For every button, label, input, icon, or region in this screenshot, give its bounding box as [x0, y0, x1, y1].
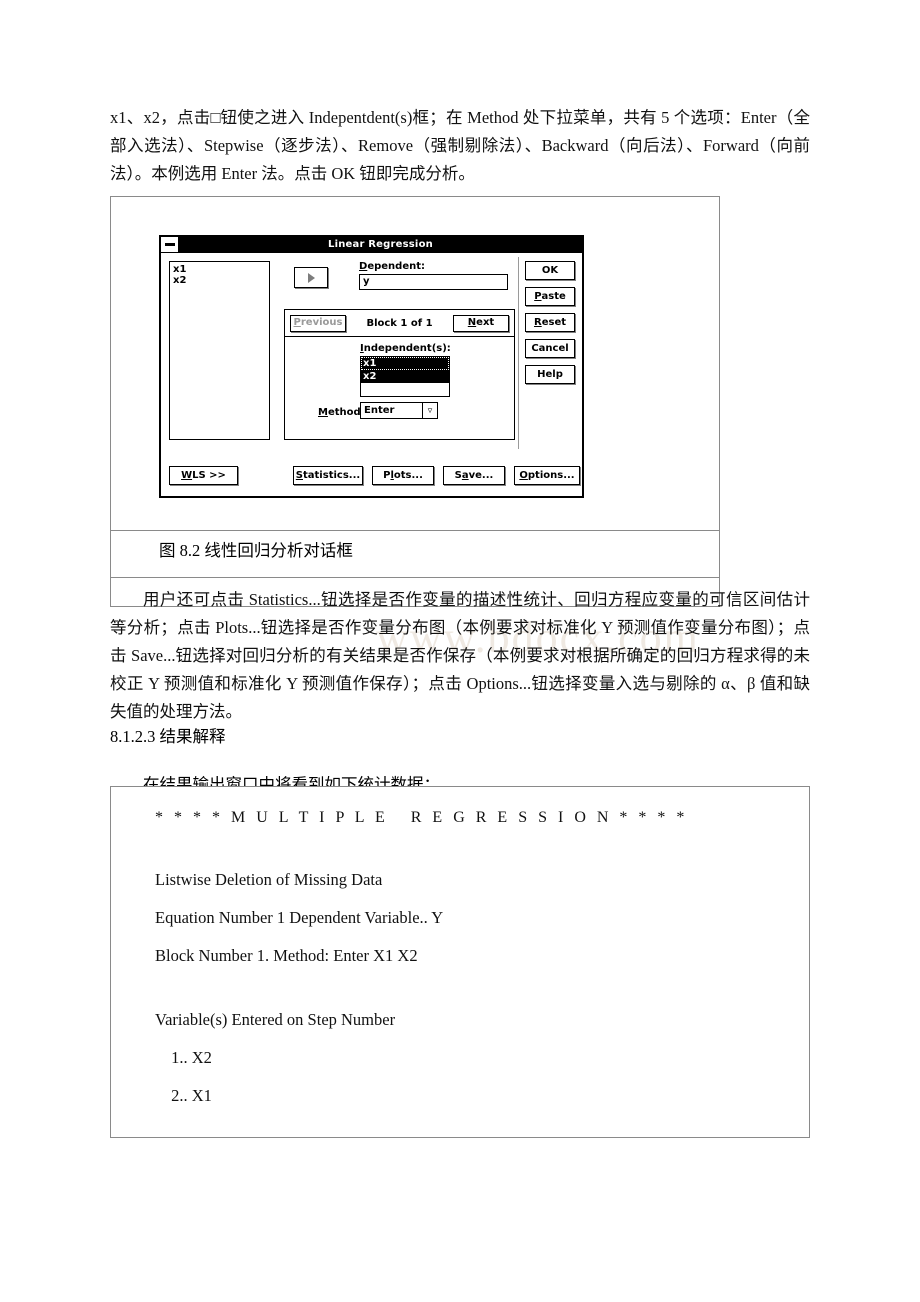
command-button-column: OK Paste Reset Cancel Help	[525, 261, 575, 391]
output-step-line: 1.. X2	[167, 1048, 212, 1067]
section-heading: 8.1.2.3 结果解释	[110, 727, 226, 746]
list-item[interactable]: x2	[173, 275, 266, 286]
dialog-bottom-buttons: W LS >> Statistics... Pl ots... Sa ve... Op…	[167, 466, 580, 492]
options-button[interactable]: Options...	[514, 466, 580, 485]
statistics-button[interactable]: Statistics...	[293, 466, 363, 485]
list-item[interactable]: x1	[173, 264, 266, 275]
paragraph-after-figure: 用户还可点击 Statistics...钮选择是否作变量的描述性统计、回归方程应…	[110, 590, 810, 721]
output-step-header: Variable(s) Entered on Step Number	[155, 1010, 396, 1029]
intro-paragraph: x1、x2，点击□钮使之进入 Indepentdent(s)框；在 Method…	[110, 108, 810, 183]
block-status-label: Block 1 of 1	[366, 317, 433, 329]
output-title: * * * * M U L T I P L E R E G R E S S I …	[155, 809, 688, 826]
independents-list[interactable]: x1 x2	[360, 356, 450, 397]
dialog-divider	[518, 257, 519, 449]
linear-regression-dialog: Linear Regression x1 x2 Dependent: y P r…	[159, 235, 584, 498]
source-variable-list[interactable]: x1 x2	[169, 261, 270, 440]
wls-button[interactable]: W LS >>	[169, 466, 238, 485]
method-dropdown[interactable]: Enter ▿	[360, 402, 438, 419]
dialog-titlebar: Linear Regression	[161, 237, 582, 253]
output-line: Equation Number 1 Dependent Variable.. Y	[155, 908, 444, 927]
figure-image-cell: Linear Regression x1 x2 Dependent: y P r…	[111, 197, 719, 530]
output-spacer	[155, 975, 809, 1001]
method-label: Method:	[318, 407, 365, 418]
output-step-line: 2.. X1	[167, 1086, 212, 1105]
dependent-label: Dependent:	[359, 261, 425, 272]
reset-button[interactable]: Reset	[525, 313, 575, 332]
ok-button[interactable]: OK	[525, 261, 575, 280]
previous-block-button[interactable]: Previous	[290, 314, 346, 332]
dependent-field[interactable]: y	[359, 274, 508, 290]
output-spacer	[155, 835, 809, 861]
plots-button[interactable]: Pl ots...	[372, 466, 434, 485]
spss-output-box: * * * * M U L T I P L E R E G R E S S I …	[110, 786, 810, 1138]
block-group: Previous Block 1 of 1 Next Independent(s…	[284, 309, 515, 440]
dialog-body: x1 x2 Dependent: y P revious Block 1 of …	[161, 253, 582, 466]
document-page: x1、x2，点击□钮使之进入 Indepentdent(s)框；在 Method…	[0, 0, 920, 1302]
help-button[interactable]: Help	[525, 365, 575, 384]
paste-button[interactable]: Paste	[525, 287, 575, 306]
cancel-button[interactable]: Cancel	[525, 339, 575, 358]
move-to-dependent-button[interactable]	[294, 267, 328, 288]
block-navigation: Previous Block 1 of 1 Next	[285, 310, 514, 337]
list-item[interactable]: x1	[361, 357, 449, 370]
figure-caption: 图 8.2 线性回归分析对话框	[159, 541, 353, 560]
independents-label: Independent(s):	[360, 343, 451, 354]
arrow-right-icon	[307, 272, 315, 283]
minimize-box-icon[interactable]	[161, 237, 179, 252]
figure-container: Linear Regression x1 x2 Dependent: y P r…	[110, 196, 720, 607]
dialog-title: Linear Regression	[328, 239, 433, 250]
output-line: Block Number 1. Method: Enter X1 X2	[155, 946, 418, 965]
next-block-button[interactable]: Next	[453, 314, 509, 332]
method-selected-value: Enter	[364, 405, 395, 416]
output-line: Listwise Deletion of Missing Data	[155, 870, 383, 889]
list-item[interactable]: x2	[361, 370, 449, 383]
chevron-down-icon[interactable]: ▿	[422, 403, 437, 418]
save-button[interactable]: Sa ve...	[443, 466, 505, 485]
